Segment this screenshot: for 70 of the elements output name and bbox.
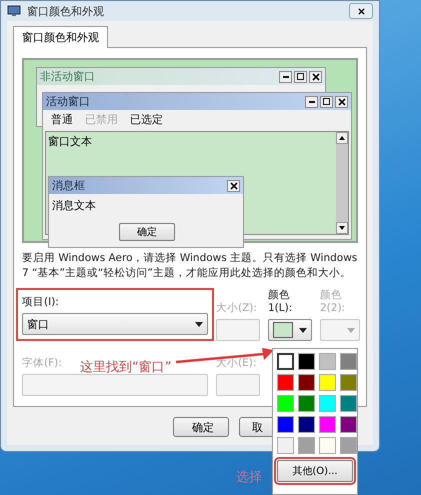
color-swatch[interactable] bbox=[340, 374, 357, 391]
color-swatch[interactable] bbox=[298, 437, 315, 454]
color-swatch[interactable] bbox=[298, 353, 315, 370]
window-title: 窗口颜色和外观 bbox=[27, 4, 104, 18]
color-swatch[interactable] bbox=[277, 395, 294, 412]
annotation-text: 选择 bbox=[236, 469, 262, 486]
maximize-button[interactable] bbox=[294, 70, 307, 82]
color-swatch[interactable] bbox=[340, 437, 357, 454]
color-swatch[interactable] bbox=[319, 416, 336, 433]
dropdown-arrow-icon bbox=[195, 322, 203, 326]
active-window-title: 活动窗口 bbox=[46, 94, 90, 109]
ok-button[interactable]: 确定 bbox=[119, 223, 175, 241]
color-swatch[interactable] bbox=[340, 395, 357, 412]
tab[interactable]: 窗口颜色和外观 bbox=[13, 26, 108, 48]
size-spinner[interactable] bbox=[216, 319, 260, 341]
color-swatch[interactable] bbox=[298, 416, 315, 433]
color-swatch[interactable] bbox=[340, 416, 357, 433]
color-swatch[interactable] bbox=[319, 395, 336, 412]
scrollbar[interactable] bbox=[336, 132, 348, 234]
message-box-title: 消息框 bbox=[52, 178, 85, 193]
color-swatch[interactable] bbox=[277, 437, 294, 454]
down-arrow-icon bbox=[339, 226, 345, 230]
dialog-button[interactable]: 确定 bbox=[173, 417, 229, 437]
color-dropdown[interactable] bbox=[268, 319, 312, 341]
minimize-button[interactable] bbox=[305, 96, 318, 108]
close-button[interactable] bbox=[227, 180, 240, 192]
color-swatch[interactable] bbox=[277, 374, 294, 391]
info-text: 要启用 Windows Aero，请选择 Windows 主题。只有选择 Windows 7 “基本”主题或“轻松访问”主题，才能应用此处选择的颜色和大小。 bbox=[22, 251, 358, 281]
close-button[interactable] bbox=[309, 70, 322, 82]
close-icon bbox=[230, 182, 238, 190]
color-swatch[interactable] bbox=[319, 437, 336, 454]
window-text: 窗口文本 bbox=[48, 135, 92, 148]
dropdown-arrow-icon bbox=[299, 328, 307, 332]
color-swatch[interactable] bbox=[340, 353, 357, 370]
color-swatch[interactable] bbox=[277, 416, 294, 433]
minimize-icon bbox=[282, 76, 288, 78]
field-label: 颜色 2(2): bbox=[320, 289, 346, 315]
up-arrow-icon bbox=[339, 136, 345, 140]
message-text: 消息文本 bbox=[51, 198, 97, 214]
field-label: 大小(Z): bbox=[216, 302, 257, 315]
display-icon bbox=[7, 5, 21, 17]
field-label: 字体(F): bbox=[22, 357, 62, 370]
minimize-button[interactable] bbox=[279, 70, 292, 82]
font-dropdown[interactable] bbox=[22, 374, 208, 396]
maximize-icon bbox=[297, 73, 304, 80]
menu-item[interactable]: 已选定 bbox=[130, 112, 163, 127]
close-icon bbox=[338, 98, 346, 106]
close-icon bbox=[312, 72, 320, 80]
inactive-window-title: 非活动窗口 bbox=[40, 69, 95, 84]
close-button[interactable] bbox=[349, 3, 373, 19]
maximize-icon bbox=[323, 98, 330, 105]
color-swatch[interactable] bbox=[277, 353, 294, 370]
field-label: 项目(I): bbox=[22, 296, 59, 309]
field-label: 颜色 1(L): bbox=[268, 289, 292, 315]
minimize-icon bbox=[308, 100, 314, 102]
field-label: 大小(E): bbox=[216, 357, 256, 370]
color-swatch[interactable] bbox=[319, 353, 336, 370]
size-dropdown[interactable] bbox=[216, 374, 260, 396]
menu-item[interactable]: 普通 bbox=[51, 112, 73, 127]
color-swatch[interactable] bbox=[298, 374, 315, 391]
annotation-text: 这里找到“窗口” bbox=[80, 359, 172, 376]
other-colors-button[interactable]: 其他(O)... bbox=[277, 460, 353, 482]
maximize-button[interactable] bbox=[320, 96, 333, 108]
item-dropdown[interactable]: 窗口 bbox=[22, 313, 208, 335]
color-dropdown[interactable] bbox=[320, 319, 360, 341]
close-button[interactable] bbox=[335, 96, 348, 108]
dropdown-arrow-icon bbox=[347, 328, 355, 332]
color-swatch[interactable] bbox=[298, 395, 315, 412]
close-icon bbox=[358, 8, 364, 14]
color-swatch[interactable] bbox=[319, 374, 336, 391]
